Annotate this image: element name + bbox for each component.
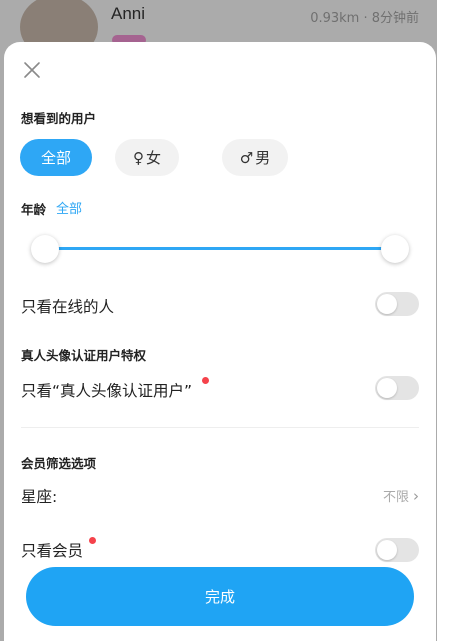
member-section-title: 会员筛选选项 <box>21 456 97 471</box>
gender-option-label: 全部 <box>40 149 71 167</box>
new-badge-dot <box>89 537 96 544</box>
right-edge <box>437 0 453 641</box>
age-title: 年龄 <box>21 202 47 217</box>
online-only-label: 只看在线的人 <box>21 298 115 316</box>
close-icon <box>24 62 40 78</box>
filter-sheet: 想看到的用户 全部 ♀ 女 ♂ 男 年龄 全部 只看在线的人 真人头像认证用户特… <box>4 42 436 641</box>
gender-section-title: 想看到的用户 <box>21 111 97 126</box>
age-value: 全部 <box>56 202 83 217</box>
gender-option-male[interactable]: ♂ 男 <box>222 139 288 176</box>
verified-only-label: 只看“真人头像认证用户” <box>21 382 193 400</box>
age-slider-max-handle[interactable] <box>381 235 409 263</box>
divider <box>21 427 419 428</box>
toggle-thumb <box>377 294 397 314</box>
gender-option-all[interactable]: 全部 <box>20 139 92 176</box>
constellation-selector[interactable]: 不限 › <box>382 486 419 506</box>
toggle-thumb <box>377 540 397 560</box>
chevron-right-icon: › <box>413 486 419 505</box>
gender-option-label: 女 <box>145 149 161 167</box>
new-badge-dot <box>202 377 209 384</box>
member-only-toggle[interactable] <box>375 538 419 562</box>
constellation-label: 星座: <box>21 488 58 506</box>
close-button[interactable] <box>22 60 42 80</box>
toggle-thumb <box>377 378 397 398</box>
female-icon: ♀ <box>132 148 144 167</box>
done-button[interactable]: 完成 <box>26 567 414 626</box>
verified-section-title: 真人头像认证用户特权 <box>21 348 147 363</box>
member-only-label: 只看会员 <box>21 542 84 560</box>
constellation-value: 不限 <box>382 490 409 505</box>
male-icon: ♂ <box>239 148 254 167</box>
gender-option-female[interactable]: ♀ 女 <box>115 139 179 176</box>
age-slider-track[interactable] <box>45 247 395 250</box>
age-slider-min-handle[interactable] <box>31 235 59 263</box>
gender-option-label: 男 <box>255 149 271 167</box>
online-only-toggle[interactable] <box>375 292 419 316</box>
verified-only-toggle[interactable] <box>375 376 419 400</box>
